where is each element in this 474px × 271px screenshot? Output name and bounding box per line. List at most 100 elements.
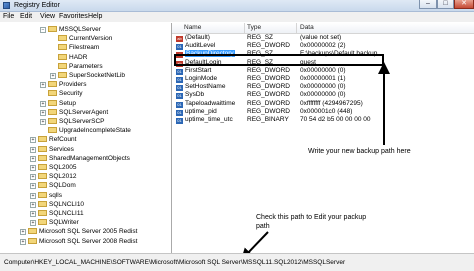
menu-help[interactable]: Help: [88, 13, 102, 21]
expand-icon[interactable]: +: [30, 201, 36, 208]
tree-item[interactable]: + Microsoft SQL Server 2005 Redist: [20, 227, 137, 236]
menu-file[interactable]: File: [3, 13, 14, 21]
registry-editor-icon: [3, 2, 10, 9]
value-type: REG_SZ: [247, 34, 274, 41]
menu-favorites[interactable]: Favorites: [59, 13, 88, 21]
tree-item[interactable]: + SQLNCLI10: [30, 200, 84, 209]
tree-item[interactable]: + RefCount: [30, 135, 76, 144]
tree-item[interactable]: Security: [40, 89, 82, 98]
tree-item[interactable]: + SQLServerAgent: [40, 108, 108, 117]
tree-item[interactable]: + SuperSocketNetLib: [50, 71, 125, 80]
column-separator[interactable]: [244, 23, 245, 33]
collapse-icon[interactable]: −: [40, 27, 46, 33]
expand-icon[interactable]: +: [30, 165, 36, 171]
value-data: 0x000001c0 (448): [300, 107, 353, 115]
value-data: 0x00000001 (1): [300, 75, 346, 82]
menu-view[interactable]: View: [40, 13, 55, 21]
maximize-button[interactable]: □: [437, 0, 454, 9]
tree-item[interactable]: UpgradeIncompleteState: [40, 126, 131, 135]
tree-item[interactable]: + SharedManagementObjects: [30, 154, 130, 163]
tree-item-label: SQL2012: [49, 173, 77, 181]
tree-item[interactable]: + SQLNCLI11: [30, 209, 84, 218]
expand-icon[interactable]: +: [30, 174, 36, 181]
expand-icon: [40, 89, 46, 95]
tree-item-label: Microsoft SQL Server 2008 Redist: [39, 237, 138, 245]
expand-icon[interactable]: +: [40, 119, 46, 125]
expand-icon[interactable]: +: [30, 137, 36, 144]
tree-item[interactable]: + SQL2012: [30, 172, 76, 181]
value-name-cell: 01 uptime_pid: [176, 108, 246, 116]
expand-icon: [40, 126, 46, 132]
tree-item[interactable]: + Services: [30, 145, 74, 154]
folder-icon: [48, 90, 57, 97]
close-button[interactable]: ✕: [454, 0, 474, 9]
expand-icon[interactable]: +: [30, 146, 36, 153]
expand-icon[interactable]: +: [40, 82, 46, 89]
value-row[interactable]: 01 LoginMode REG_DWORD 0x00000001 (1): [172, 75, 474, 83]
expand-icon[interactable]: +: [30, 220, 36, 227]
value-row[interactable]: 01 AuditLevel REG_DWORD 0x00000002 (2): [172, 42, 474, 51]
expand-icon: [50, 62, 56, 68]
value-name: FirstStart: [185, 66, 212, 74]
value-type: REG_DWORD: [247, 42, 290, 50]
tree-item[interactable]: + sqlls: [30, 191, 62, 200]
expand-icon[interactable]: +: [20, 238, 26, 245]
tree-item[interactable]: + SQLWriter: [30, 218, 79, 227]
value-name: (Default): [185, 34, 210, 41]
minimize-button[interactable]: –: [419, 0, 437, 9]
value-row[interactable]: 01 SysDb REG_DWORD 0x00000000 (0): [172, 91, 474, 100]
value-row[interactable]: 01 uptime_time_utc REG_BINARY 70 54 d2 b5 0…: [172, 116, 474, 124]
tree-item[interactable]: − MSSQLServer: [40, 25, 101, 34]
folder-icon: [38, 191, 47, 198]
value-row[interactable]: 01 uptime_pid REG_DWORD 0x000001c0 (448): [172, 108, 474, 116]
expand-icon[interactable]: +: [50, 73, 56, 79]
column-type[interactable]: Type: [247, 24, 261, 32]
tree-item[interactable]: + Microsoft SQL Server 2008 Redist: [20, 237, 137, 246]
expand-icon[interactable]: +: [30, 183, 36, 190]
tree-item[interactable]: HADR: [50, 53, 87, 62]
tree-item-label: RefCount: [49, 136, 77, 144]
tree-item[interactable]: + SQLServerSCP: [40, 117, 105, 126]
tree-item[interactable]: Filestream: [50, 43, 99, 52]
column-data[interactable]: Data: [300, 24, 314, 32]
list-header: Name Type Data: [172, 23, 474, 34]
tree-item-label: MSSQLServer: [59, 26, 101, 33]
tree-item[interactable]: CurrentVersion: [50, 34, 112, 43]
menu-edit[interactable]: Edit: [20, 13, 32, 21]
expand-icon[interactable]: +: [20, 229, 26, 236]
value-row[interactable]: 01 Tapeloadwaittime REG_DWORD 0xffffffff (4…: [172, 100, 474, 108]
tree-item-label: SharedManagementObjects: [49, 154, 130, 162]
value-type: REG_BINARY: [247, 116, 289, 123]
folder-icon: [48, 127, 57, 134]
tree-item-label: UpgradeIncompleteState: [59, 127, 131, 135]
value-name: LoginMode: [185, 75, 218, 82]
tree-item-label: SQLWriter: [49, 219, 79, 227]
value-name: Tapeloadwaittime: [185, 99, 236, 107]
value-row[interactable]: 01 FirstStart REG_DWORD 0x00000000 (0): [172, 67, 474, 75]
folder-icon: [38, 164, 47, 170]
value-row[interactable]: 01 SetHostName REG_DWORD 0x00000000 (0): [172, 83, 474, 92]
value-type: REG_DWORD: [247, 83, 290, 91]
registry-tree[interactable]: − MSSQLServer CurrentVersion Filestream HADR…: [0, 23, 172, 253]
expand-icon[interactable]: +: [30, 155, 36, 162]
expand-icon[interactable]: +: [40, 100, 46, 107]
expand-icon[interactable]: +: [30, 211, 36, 217]
expand-icon: [50, 53, 56, 59]
value-name-cell: 01 SysDb: [176, 91, 246, 100]
value-row[interactable]: ab (Default) REG_SZ (value not set): [172, 34, 474, 42]
value-name-cell: 01 FirstStart: [176, 67, 246, 75]
tree-item[interactable]: Parameters: [50, 62, 103, 71]
tree-item[interactable]: + Setup: [40, 99, 76, 108]
tree-item[interactable]: + Providers: [40, 80, 86, 89]
folder-icon: [58, 62, 67, 69]
tree-item[interactable]: + SQLDom: [30, 181, 76, 190]
binary-value-icon: 01: [176, 44, 183, 51]
expand-icon[interactable]: +: [40, 109, 46, 116]
column-name[interactable]: Name: [184, 24, 201, 32]
tree-item-label: SQLServerAgent: [59, 108, 109, 116]
tree-item-label: SQLServerSCP: [59, 118, 105, 125]
tree-item[interactable]: + SQL2005: [30, 163, 76, 172]
column-separator[interactable]: [296, 23, 297, 33]
folder-icon: [38, 136, 47, 143]
expand-icon[interactable]: +: [30, 192, 36, 199]
